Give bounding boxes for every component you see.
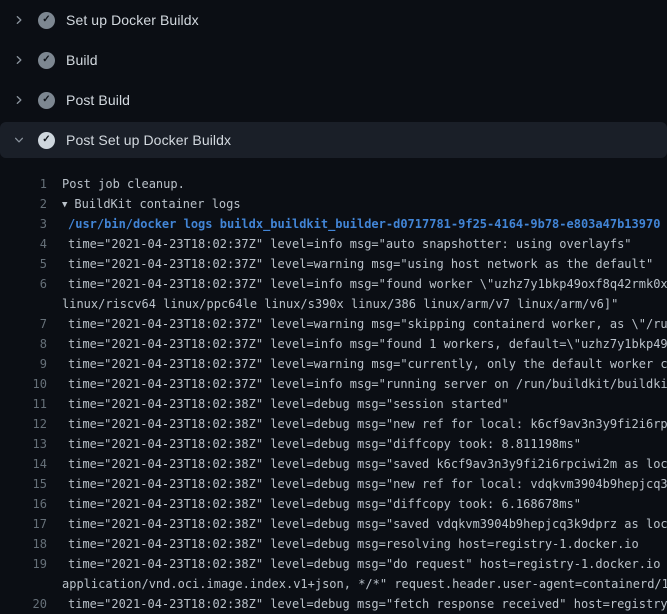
- log-line-text: time="2021-04-23T18:02:37Z" level=warnin…: [47, 254, 653, 274]
- log-line-text: time="2021-04-23T18:02:38Z" level=debug …: [47, 454, 667, 474]
- log-line-8: 8time="2021-04-23T18:02:37Z" level=info …: [0, 334, 667, 354]
- log-line-number[interactable]: 19: [0, 554, 47, 574]
- section-header-post-build[interactable]: ✓ Post Build: [0, 80, 667, 120]
- chevron-down-icon: [13, 134, 25, 146]
- log-line-number[interactable]: 8: [0, 334, 47, 354]
- log-line-text: time="2021-04-23T18:02:38Z" level=debug …: [47, 594, 667, 614]
- check-circle-icon: ✓: [38, 52, 55, 69]
- log-line-text: time="2021-04-23T18:02:37Z" level=info m…: [47, 374, 667, 394]
- log-command-text: /usr/bin/docker logs buildx_buildkit_bui…: [47, 214, 660, 234]
- log-line-text: time="2021-04-23T18:02:37Z" level=info m…: [47, 274, 667, 294]
- log-line-text: time="2021-04-23T18:02:38Z" level=debug …: [47, 514, 667, 534]
- log-line-15: 15time="2021-04-23T18:02:38Z" level=debu…: [0, 474, 667, 494]
- log-line-text: time="2021-04-23T18:02:38Z" level=debug …: [47, 434, 581, 454]
- log-line-number[interactable]: 5: [0, 254, 47, 274]
- log-line-text: linux/riscv64 linux/ppc64le linux/s390x …: [47, 294, 618, 314]
- section-label: Post Build: [66, 92, 130, 108]
- log-line-3: 3/usr/bin/docker logs buildx_buildkit_bu…: [0, 214, 667, 234]
- steps-list: ✓ Set up Docker Buildx ✓ Build ✓ Post Build ✓ P…: [0, 0, 667, 158]
- log-line-number[interactable]: 7: [0, 314, 47, 334]
- log-line-number[interactable]: 13: [0, 434, 47, 454]
- check-circle-icon: ✓: [38, 132, 55, 149]
- log-line-9: 9time="2021-04-23T18:02:37Z" level=warni…: [0, 354, 667, 374]
- log-line-number[interactable]: 3: [0, 214, 47, 234]
- log-line-10: 10time="2021-04-23T18:02:37Z" level=info…: [0, 374, 667, 394]
- log-line-text: Post job cleanup.: [47, 174, 185, 194]
- log-line-number[interactable]: 9: [0, 354, 47, 374]
- log-line-text: time="2021-04-23T18:02:38Z" level=debug …: [47, 474, 667, 494]
- log-line-14: 14time="2021-04-23T18:02:38Z" level=debu…: [0, 454, 667, 474]
- log-line-text: application/vnd.oci.image.index.v1+json,…: [47, 574, 667, 594]
- log-group-label: BuildKit container logs: [74, 197, 240, 211]
- log-line-16: 16time="2021-04-23T18:02:38Z" level=debu…: [0, 494, 667, 514]
- log-line-number[interactable]: 14: [0, 454, 47, 474]
- log-line-number[interactable]: 17: [0, 514, 47, 534]
- log-line-18: 18time="2021-04-23T18:02:38Z" level=debu…: [0, 534, 667, 554]
- chevron-right-icon: [13, 54, 25, 66]
- log-line-11: 11time="2021-04-23T18:02:38Z" level=debu…: [0, 394, 667, 414]
- log-line-4: 4time="2021-04-23T18:02:37Z" level=info …: [0, 234, 667, 254]
- log-line-number[interactable]: 6: [0, 274, 47, 294]
- log-line-5: 5time="2021-04-23T18:02:37Z" level=warni…: [0, 254, 667, 274]
- log-line-text: time="2021-04-23T18:02:37Z" level=info m…: [47, 334, 667, 354]
- log-group-toggle[interactable]: ▼ BuildKit container logs: [47, 194, 241, 214]
- section-header-post-set-up-docker-buildx[interactable]: ✓ Post Set up Docker Buildx: [0, 122, 667, 158]
- check-glyph: ✓: [42, 55, 50, 65]
- log-line-number[interactable]: 11: [0, 394, 47, 414]
- log-line-text: time="2021-04-23T18:02:38Z" level=debug …: [47, 414, 667, 434]
- log-line-12: 12time="2021-04-23T18:02:38Z" level=debu…: [0, 414, 667, 434]
- check-glyph: ✓: [42, 15, 50, 25]
- log-line-number[interactable]: 4: [0, 234, 47, 254]
- log-line-number[interactable]: 15: [0, 474, 47, 494]
- triangle-down-icon: ▼: [62, 195, 67, 215]
- section-label: Build: [66, 52, 98, 68]
- check-circle-icon: ✓: [38, 92, 55, 109]
- log-line-19: 19time="2021-04-23T18:02:38Z" level=debu…: [0, 554, 667, 574]
- log-line-1: 1Post job cleanup.: [0, 174, 667, 194]
- log-line-text: time="2021-04-23T18:02:38Z" level=debug …: [47, 554, 667, 574]
- log-line-text: time="2021-04-23T18:02:38Z" level=debug …: [47, 394, 509, 414]
- check-glyph: ✓: [42, 95, 50, 105]
- log-line-text: time="2021-04-23T18:02:37Z" level=warnin…: [47, 314, 667, 334]
- section-label: Post Set up Docker Buildx: [66, 132, 231, 148]
- log-line-number: [0, 574, 47, 594]
- log-line-2: 2 ▼ BuildKit container logs: [0, 194, 667, 214]
- log-line-number[interactable]: 20: [0, 594, 47, 614]
- log-viewer: 1Post job cleanup.2 ▼ BuildKit container l…: [0, 160, 667, 614]
- log-line-13: 13time="2021-04-23T18:02:38Z" level=debu…: [0, 434, 667, 454]
- log-line-number[interactable]: 18: [0, 534, 47, 554]
- check-circle-icon: ✓: [38, 12, 55, 29]
- log-line-number[interactable]: 2: [0, 194, 47, 214]
- section-header-set-up-docker-buildx[interactable]: ✓ Set up Docker Buildx: [0, 0, 667, 40]
- log-line-text: time="2021-04-23T18:02:37Z" level=info m…: [47, 234, 632, 254]
- log-line-text: time="2021-04-23T18:02:37Z" level=warnin…: [47, 354, 667, 374]
- check-glyph: ✓: [42, 135, 50, 145]
- log-line-text: time="2021-04-23T18:02:38Z" level=debug …: [47, 494, 581, 514]
- log-line-text: time="2021-04-23T18:02:38Z" level=debug …: [47, 534, 639, 554]
- log-line-17: 17time="2021-04-23T18:02:38Z" level=debu…: [0, 514, 667, 534]
- section-label: Set up Docker Buildx: [66, 12, 199, 28]
- log-line-20: 20time="2021-04-23T18:02:38Z" level=debu…: [0, 594, 667, 614]
- log-line-number[interactable]: 10: [0, 374, 47, 394]
- log-line-number[interactable]: 1: [0, 174, 47, 194]
- chevron-right-icon: [13, 14, 25, 26]
- log-line-7: 7time="2021-04-23T18:02:37Z" level=warni…: [0, 314, 667, 334]
- log-line-6: 6time="2021-04-23T18:02:37Z" level=info …: [0, 274, 667, 294]
- log-line-number[interactable]: 12: [0, 414, 47, 434]
- chevron-right-icon: [13, 94, 25, 106]
- log-line-continuation: linux/riscv64 linux/ppc64le linux/s390x …: [0, 294, 667, 314]
- log-line-number[interactable]: 16: [0, 494, 47, 514]
- section-header-build[interactable]: ✓ Build: [0, 40, 667, 80]
- log-line-continuation: application/vnd.oci.image.index.v1+json,…: [0, 574, 667, 594]
- log-line-number: [0, 294, 47, 314]
